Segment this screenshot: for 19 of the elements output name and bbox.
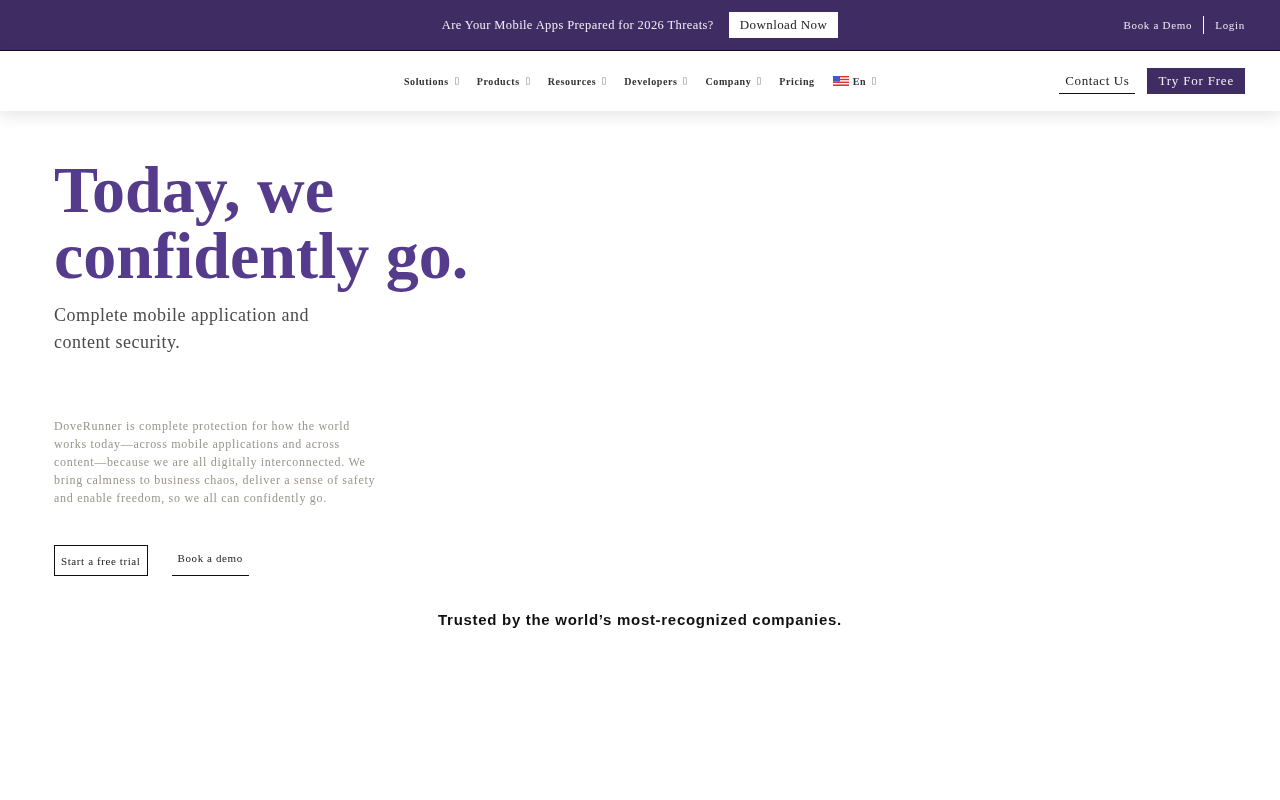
trusted-heading: Trusted by the world’s most-recognized companies. <box>437 611 843 628</box>
download-button[interactable]: Download Now <box>728 12 839 38</box>
nav-item[interactable]: Solutions <box>403 75 459 87</box>
nav-item[interactable]: Resources <box>547 75 607 87</box>
try-free-button[interactable]: Try For Free <box>1147 68 1245 94</box>
announcement-text: Are Your Mobile Apps Prepared for 2026 Threats? <box>441 17 714 33</box>
top-link[interactable]: Login <box>1215 19 1245 31</box>
nav-item[interactable]: Pricing <box>779 75 815 87</box>
free-trial-button[interactable]: Start a free trial <box>54 545 148 576</box>
book-demo-link[interactable]: Book a demo <box>171 545 249 576</box>
nav-item[interactable]: En <box>832 75 877 87</box>
nav-item[interactable]: Company <box>705 75 762 87</box>
hero-subtitle: Complete mobile application and content security. <box>54 304 310 354</box>
nav-item[interactable]: Developers <box>624 75 688 87</box>
nav-item[interactable]: Products <box>476 75 530 87</box>
top-link[interactable]: Book a Demo <box>1123 19 1193 31</box>
hero-description: DoveRunner is complete protection for how the world works today—across mobile applications and across content—because we are all digitally interconnected. We bring calmness to business chaos, deliver a sense of safety and enable freedom, so we all can confidently go. <box>54 418 377 507</box>
us-flag-icon <box>832 76 849 86</box>
contact-button[interactable]: Contact Us <box>1059 68 1136 94</box>
